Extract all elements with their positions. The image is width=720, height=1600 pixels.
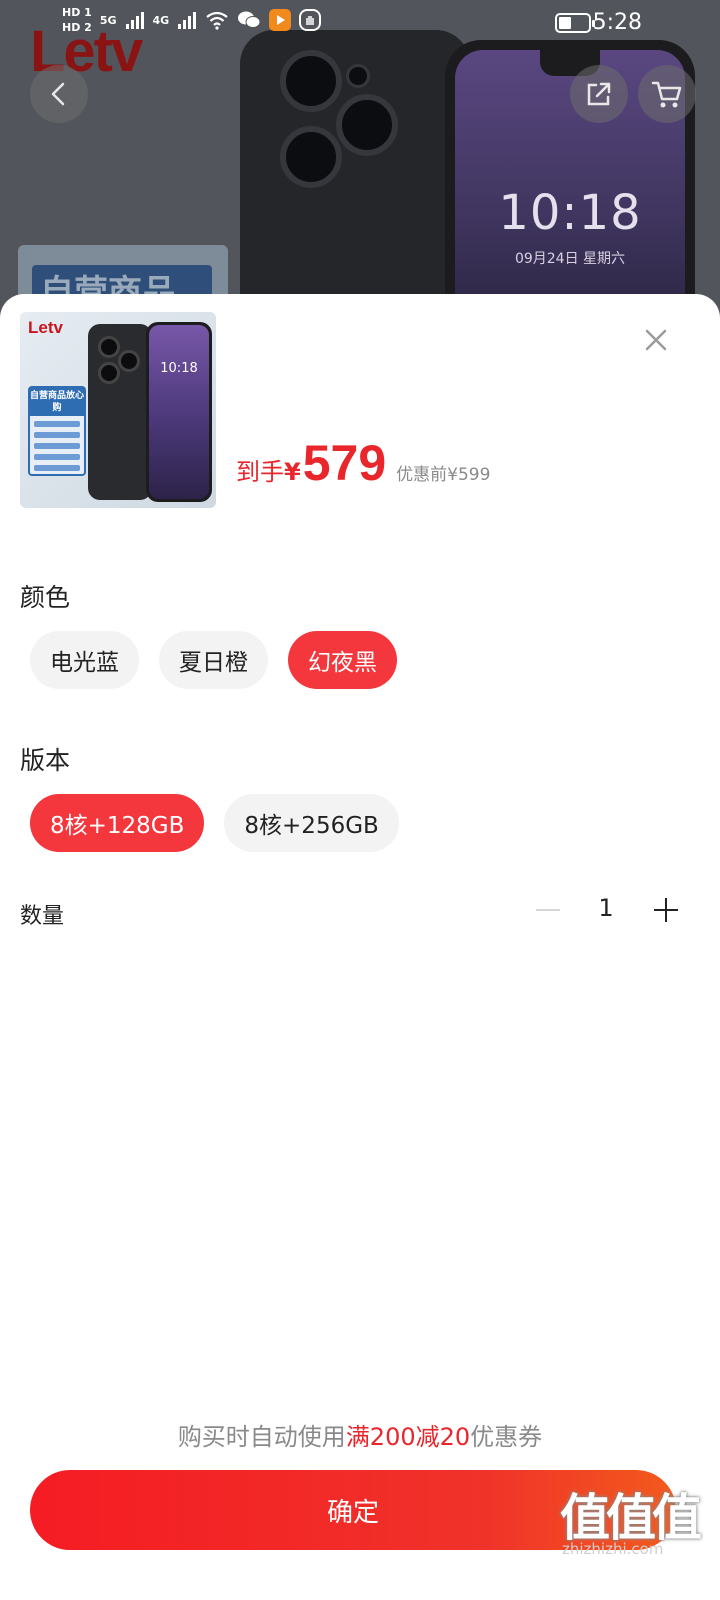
quantity-value: 1 <box>598 894 614 922</box>
cart-button[interactable] <box>638 65 696 123</box>
camera-lens <box>98 362 120 384</box>
coupon-notice: 购买时自动使用满200减20优惠券 <box>0 1417 720 1452</box>
camera-lens <box>280 50 342 112</box>
camera-lens <box>336 94 398 156</box>
coupon-prefix: 购买时自动使用 <box>177 1423 346 1451</box>
close-icon <box>645 329 667 351</box>
video-app-icon <box>269 9 292 31</box>
sku-selector-sheet: Letv 自营商品放心购 10:18 到手 ¥ 579 优惠前¥599 颜色 电… <box>0 294 720 1600</box>
wechat-icon <box>238 11 261 28</box>
share-icon <box>587 82 611 106</box>
hd1-label: HD 1 <box>62 6 92 19</box>
product-page-background: Letv 自营商品 10:18 09月24日 星期六 <box>0 0 720 320</box>
original-price: 优惠前¥599 <box>396 465 491 485</box>
hd2-label: HD 2 <box>62 21 92 34</box>
phone-clock: 10:18 <box>498 185 642 241</box>
camera-lens <box>98 336 120 358</box>
watermark-url: zhizhizhi.com <box>562 1540 664 1558</box>
back-button[interactable] <box>30 65 88 123</box>
version-option-256gb[interactable]: 8核+256GB <box>224 794 399 852</box>
thumb-phone-screen: 10:18 <box>149 325 209 499</box>
color-options: 电光蓝 夏日橙 幻夜黑 <box>30 631 397 689</box>
status-time: 5:28 <box>592 10 642 35</box>
product-thumbnail[interactable]: Letv 自营商品放心购 10:18 <box>20 312 216 508</box>
price-label: 到手 <box>236 458 284 486</box>
thumb-badge: 自营商品放心购 <box>28 386 86 476</box>
signal-4g-label: 4G <box>152 13 170 27</box>
flash <box>346 64 370 88</box>
wifi-icon <box>206 11 228 30</box>
color-option-blue[interactable]: 电光蓝 <box>30 631 139 689</box>
plus-icon[interactable] <box>654 898 678 922</box>
signal-icon <box>178 12 197 29</box>
coupon-highlight: 满200减20 <box>345 1423 471 1451</box>
camera-lens <box>280 126 342 188</box>
color-section-title: 颜色 <box>20 583 71 612</box>
cart-icon <box>651 81 682 108</box>
signal-5g-label: 5G <box>99 13 117 27</box>
status-bar: HD 1 HD 2 5G 4G 5:28 <box>0 0 720 48</box>
currency-symbol: ¥ <box>284 458 301 486</box>
thumb-clock: 10:18 <box>160 361 198 376</box>
color-option-black[interactable]: 幻夜黑 <box>288 631 397 689</box>
signal-icon <box>125 12 144 29</box>
thumb-phone-back <box>88 324 152 500</box>
coupon-suffix: 优惠券 <box>470 1423 543 1451</box>
quantity-label: 数量 <box>20 904 65 929</box>
thumb-brand-logo: Letv <box>28 318 63 337</box>
share-button[interactable] <box>570 65 628 123</box>
color-option-orange[interactable]: 夏日橙 <box>159 631 268 689</box>
close-button[interactable] <box>638 322 674 358</box>
phone-back-image <box>240 30 470 320</box>
hd-indicators: HD 1 HD 2 <box>62 6 92 34</box>
price-row: 到手 ¥ 579 优惠前¥599 <box>236 434 490 492</box>
version-section-title: 版本 <box>20 746 71 775</box>
back-arrow-icon <box>51 82 65 106</box>
hand-icon <box>299 9 322 31</box>
phone-date: 09月24日 星期六 <box>514 251 626 267</box>
camera-lens <box>118 350 140 372</box>
version-option-128gb[interactable]: 8核+128GB <box>30 794 205 852</box>
final-price: 579 <box>302 435 387 491</box>
thumb-phone-front: 10:18 <box>146 322 212 502</box>
version-options: 8核+128GB 8核+256GB <box>30 794 399 852</box>
thumb-badge-title: 自营商品放心购 <box>30 388 84 416</box>
quantity-stepper: 1 <box>536 894 686 928</box>
battery-icon <box>555 13 595 33</box>
status-icons: HD 1 HD 2 5G 4G <box>62 6 322 34</box>
minus-icon[interactable] <box>536 909 560 911</box>
